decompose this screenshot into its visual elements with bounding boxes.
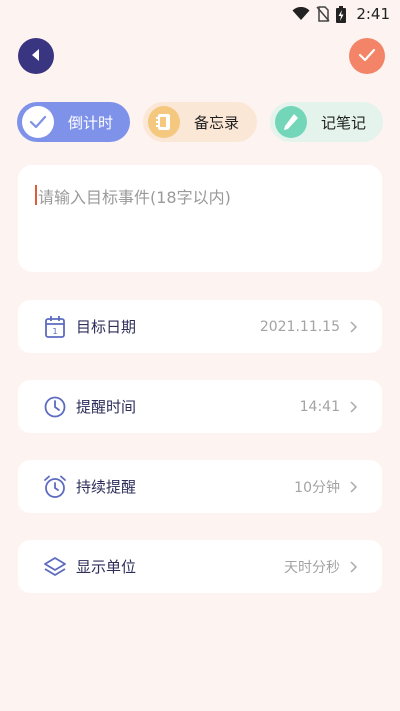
no-sim-icon bbox=[316, 6, 330, 22]
tab-memo-label: 备忘录 bbox=[194, 113, 240, 132]
checkmark-icon bbox=[358, 47, 376, 66]
calendar-icon: 1 bbox=[42, 314, 68, 340]
check-icon bbox=[22, 106, 54, 138]
continuous-reminder-value: 10分钟 bbox=[294, 479, 340, 496]
wifi-icon bbox=[292, 7, 310, 21]
back-arrow-icon bbox=[30, 47, 42, 66]
svg-text:1: 1 bbox=[52, 327, 57, 336]
display-unit-label: 显示单位 bbox=[76, 558, 137, 576]
continuous-reminder-row[interactable]: 持续提醒 10分钟 bbox=[18, 460, 382, 513]
back-button[interactable] bbox=[18, 38, 54, 74]
reminder-time-label: 提醒时间 bbox=[76, 398, 137, 416]
display-unit-row[interactable]: 显示单位 天时分秒 bbox=[18, 540, 382, 593]
alarm-clock-icon bbox=[42, 474, 68, 500]
event-input-field[interactable]: 请输入目标事件(18字以内) bbox=[18, 165, 382, 272]
chevron-right-icon bbox=[350, 480, 358, 493]
clock-icon bbox=[42, 394, 68, 420]
reminder-time-value: 14:41 bbox=[299, 398, 340, 415]
layers-icon bbox=[42, 554, 68, 580]
tab-countdown[interactable]: 倒计时 bbox=[17, 102, 130, 142]
chevron-right-icon bbox=[350, 560, 358, 573]
tab-notes-label: 记笔记 bbox=[321, 113, 367, 132]
target-date-row[interactable]: 1 目标日期 2021.11.15 bbox=[18, 300, 382, 353]
notebook-icon bbox=[148, 106, 180, 138]
status-time: 2:41 bbox=[356, 5, 390, 23]
display-unit-value: 天时分秒 bbox=[284, 559, 340, 576]
chevron-right-icon bbox=[350, 320, 358, 333]
text-cursor bbox=[35, 185, 37, 205]
reminder-time-row[interactable]: 提醒时间 14:41 bbox=[18, 380, 382, 433]
tab-countdown-label: 倒计时 bbox=[68, 113, 114, 132]
status-bar: 2:41 bbox=[0, 0, 400, 28]
battery-charging-icon bbox=[336, 5, 347, 23]
continuous-reminder-label: 持续提醒 bbox=[76, 478, 137, 496]
tab-notes[interactable]: 记笔记 bbox=[270, 102, 383, 142]
event-input-placeholder: 请输入目标事件(18字以内) bbox=[38, 188, 231, 207]
pen-icon bbox=[275, 106, 307, 138]
target-date-value: 2021.11.15 bbox=[259, 318, 340, 335]
chevron-right-icon bbox=[350, 400, 358, 413]
tab-memo[interactable]: 备忘录 bbox=[143, 102, 257, 142]
target-date-label: 目标日期 bbox=[76, 318, 137, 336]
confirm-button[interactable] bbox=[349, 38, 385, 74]
